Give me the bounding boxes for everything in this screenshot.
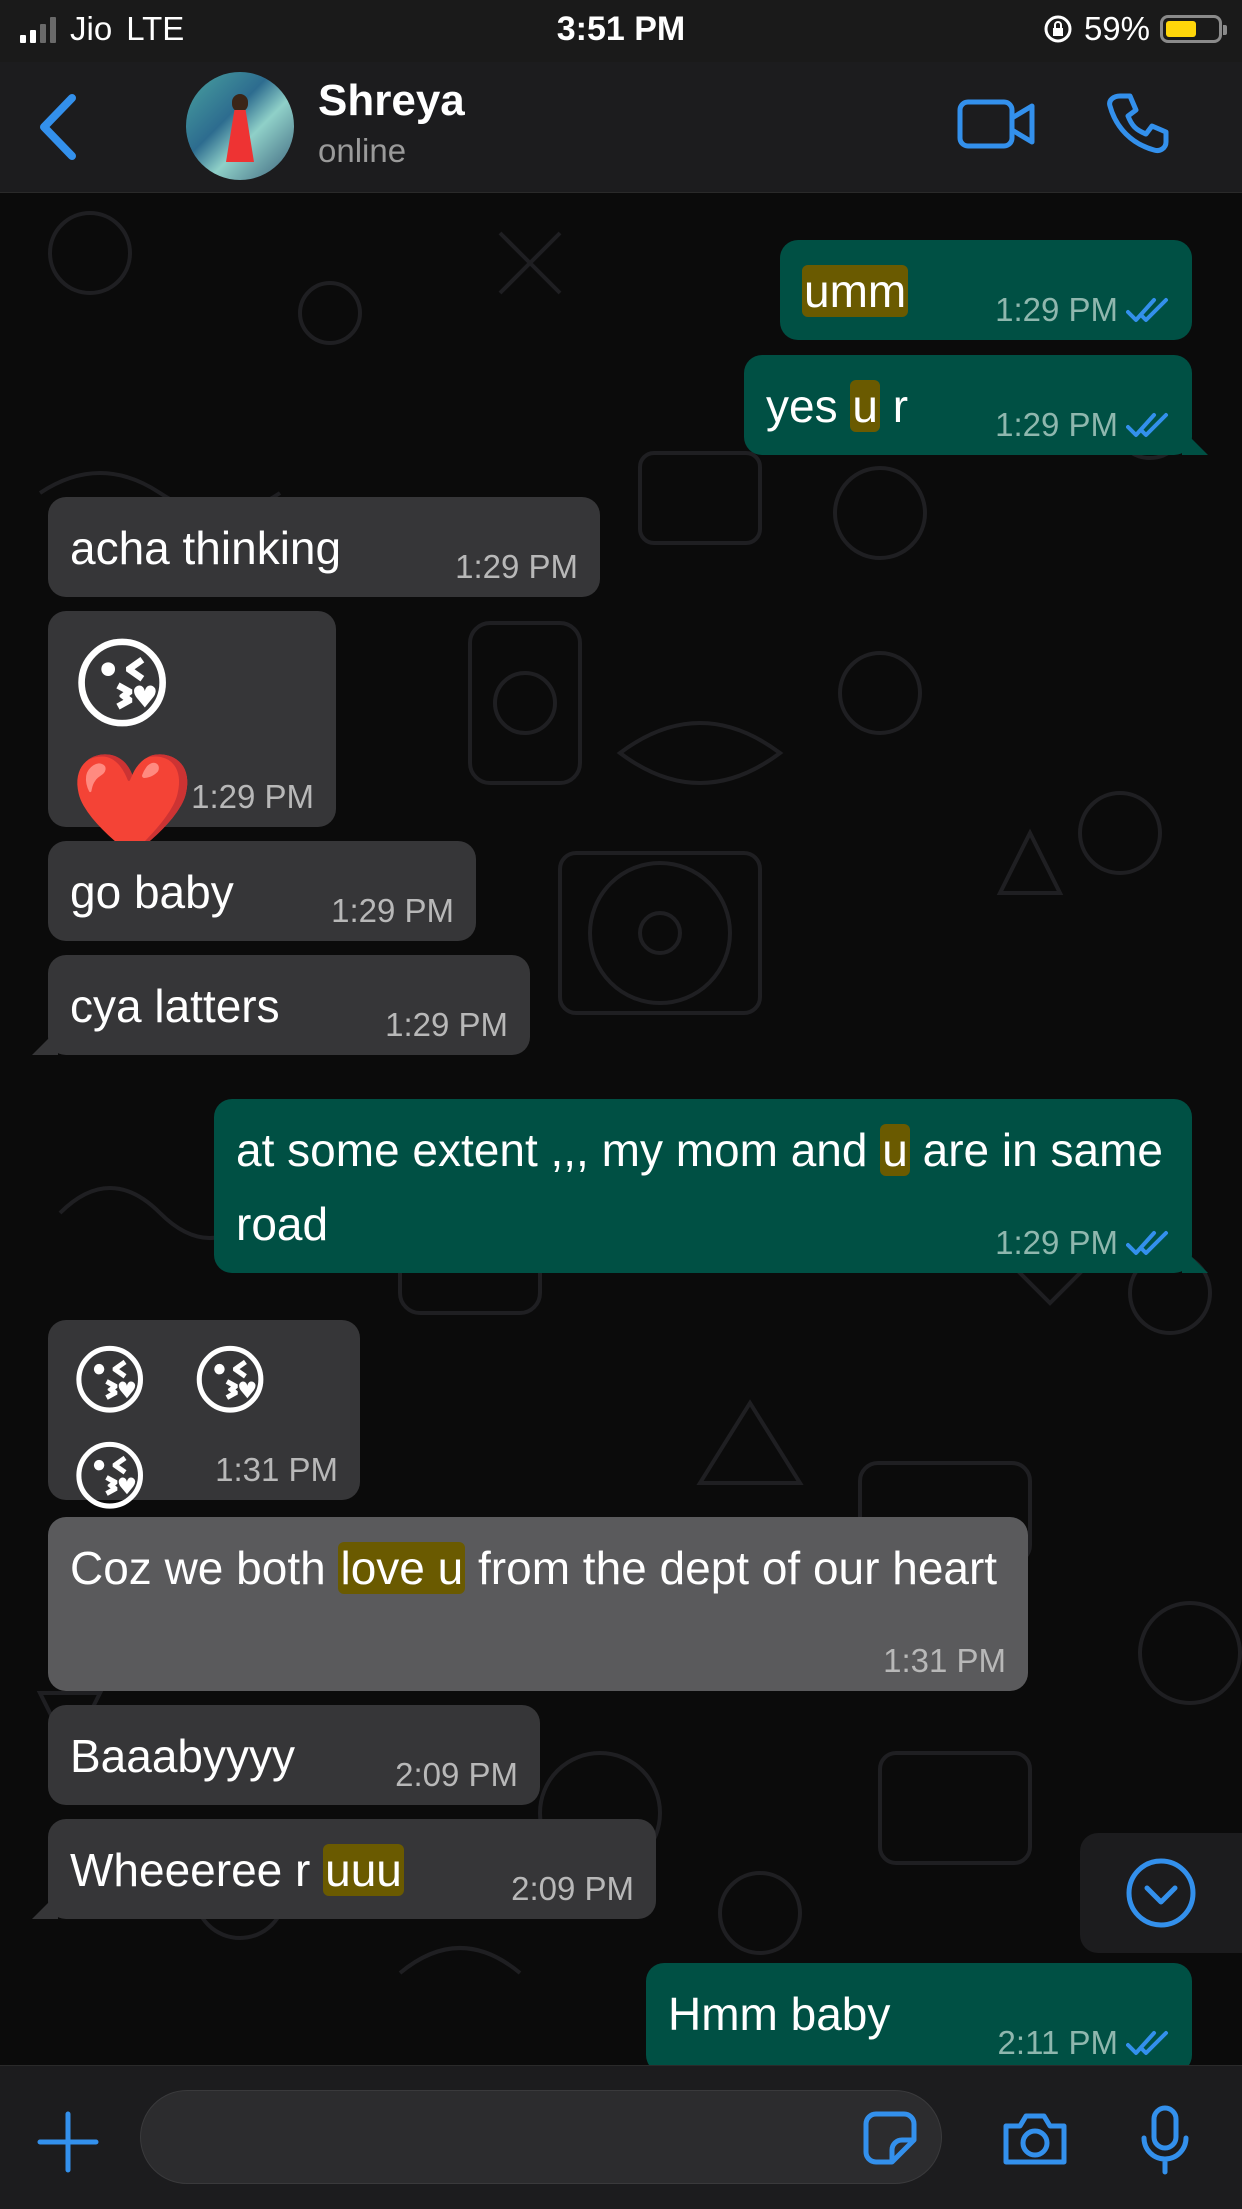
incoming-message[interactable]: Coz we both love u from the dept of our … [48, 1517, 1028, 1691]
incoming-message[interactable]: Wheeeree r uuu 2:09 PM [48, 1819, 656, 1919]
message-text: 😘 😘 😘 [70, 1339, 280, 1520]
outgoing-message[interactable]: umm 1:29 PM [780, 240, 1192, 340]
contact-name[interactable]: Shreya [318, 76, 465, 126]
incoming-message[interactable]: 😘 😘 😘 1:31 PM [48, 1320, 360, 1520]
outgoing-message[interactable]: at some extent ,,, my mom and u are in s… [214, 1099, 1192, 1273]
message-meta: 1:31 PM [215, 1450, 338, 1490]
sticker-button[interactable] [860, 2108, 920, 2173]
message-meta: 1:29 PM [995, 1223, 1170, 1263]
message-time: 1:29 PM [455, 548, 578, 585]
search-highlight: u [850, 380, 880, 432]
back-button[interactable] [32, 92, 82, 167]
message-meta: 1:29 PM [995, 290, 1170, 330]
search-highlight: uuu [323, 1844, 404, 1896]
chevron-left-icon [40, 94, 76, 160]
scroll-to-bottom-button[interactable] [1080, 1833, 1242, 1953]
video-camera-icon [957, 99, 1035, 149]
plus-icon [37, 2111, 99, 2173]
phone-icon [1107, 93, 1169, 153]
incoming-message[interactable]: cya latters 1:29 PM [48, 955, 530, 1055]
voice-call-button[interactable] [1106, 90, 1170, 161]
status-bar: Jio LTE 3:51 PM 59% [0, 0, 1242, 62]
message-input[interactable] [140, 2090, 942, 2184]
message-text-segment: r [879, 380, 909, 432]
video-call-button[interactable] [956, 92, 1036, 161]
incoming-message[interactable]: acha thinking 1:29 PM [48, 497, 600, 597]
battery-percent: 59% [1083, 10, 1150, 47]
message-meta: 2:09 PM [511, 1869, 634, 1909]
composer-bar [0, 2065, 1242, 2209]
double-check-icon [1126, 298, 1168, 322]
incoming-message[interactable]: Baaabyyyy 2:09 PM [48, 1705, 540, 1805]
message-text-segment: from the dept of our heart [465, 1542, 998, 1594]
message-meta: 1:29 PM [995, 405, 1170, 445]
message-meta: 1:29 PM [385, 1005, 508, 1045]
message-time: 2:11 PM [997, 2024, 1118, 2061]
message-time: 1:29 PM [331, 892, 454, 929]
camera-icon [1003, 2113, 1067, 2165]
message-text-segment: Coz we both [70, 1542, 339, 1594]
chat-header: Shreya online [0, 62, 1242, 193]
double-check-icon [1126, 2031, 1168, 2055]
message-meta: 2:11 PM [998, 2023, 1170, 2063]
message-time: 1:29 PM [191, 778, 314, 815]
message-time: 2:09 PM [511, 1870, 634, 1907]
incoming-message[interactable]: 😘 ❤️ 1:29 PM [48, 611, 336, 861]
message-meta: 1:29 PM [191, 777, 314, 817]
message-time: 1:29 PM [995, 291, 1118, 328]
search-highlight: love u [338, 1542, 466, 1594]
message-time: 2:09 PM [395, 1756, 518, 1793]
message-time: 1:31 PM [215, 1451, 338, 1488]
message-meta: 1:31 PM [883, 1641, 1006, 1681]
double-check-icon [1126, 1231, 1168, 1255]
message-time: 1:29 PM [385, 1006, 508, 1043]
battery-icon [1160, 15, 1227, 43]
message-time: 1:29 PM [995, 1224, 1118, 1261]
message-text-segment: at some extent ,,, my mom and [236, 1124, 881, 1176]
orientation-lock-icon [1044, 15, 1072, 43]
message-text-segment: yes [766, 380, 851, 432]
message-time: 1:31 PM [883, 1642, 1006, 1679]
status-right: 59% [1042, 10, 1227, 48]
outgoing-message[interactable]: yes u r 1:29 PM [744, 355, 1192, 455]
contact-status: online [318, 132, 407, 169]
message-meta: 2:09 PM [395, 1755, 518, 1795]
search-highlight: u [880, 1124, 910, 1176]
message-text: Coz we both love u from the dept of our … [70, 1531, 1006, 1605]
message-time: 1:29 PM [995, 406, 1118, 443]
message-text-segment: Wheeeree r [70, 1844, 324, 1896]
message-list[interactable]: umm 1:29 PM yes u r 1:29 PM acha thinking 1:2… [0, 193, 1242, 2065]
avatar[interactable] [186, 72, 294, 180]
message-text: 😘 ❤️ [70, 629, 205, 861]
attach-button[interactable] [36, 2110, 100, 2179]
outgoing-message[interactable]: Hmm baby 2:11 PM [646, 1963, 1192, 2065]
microphone-icon [1141, 2105, 1189, 2175]
microphone-button[interactable] [1140, 2104, 1190, 2181]
camera-button[interactable] [1000, 2110, 1070, 2173]
search-highlight: umm [802, 265, 909, 317]
chevron-down-circle-icon [1126, 1858, 1196, 1928]
message-meta: 1:29 PM [331, 891, 454, 931]
incoming-message[interactable]: go baby 1:29 PM [48, 841, 476, 941]
double-check-icon [1126, 413, 1168, 437]
sticker-icon [863, 2111, 917, 2165]
message-meta: 1:29 PM [455, 547, 578, 587]
